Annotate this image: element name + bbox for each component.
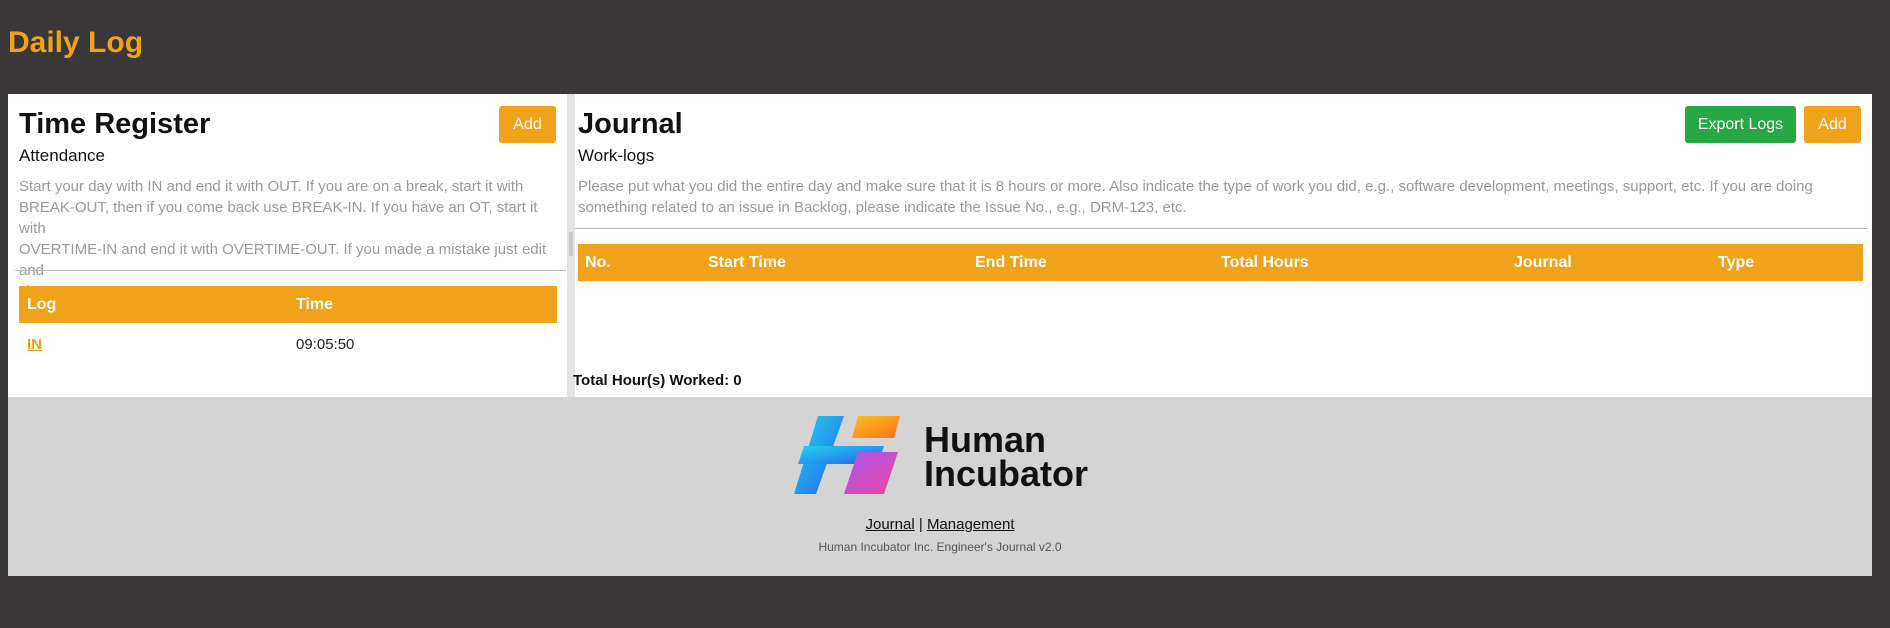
time-register-description: Start your day with IN and end it with O… [19,176,564,302]
footer: Human Incubator Journal | Management Hum… [8,397,1872,576]
time-register-panel: Time Register Attendance Add Start your … [8,94,567,397]
column-header-total-hours: Total Hours [1221,254,1309,271]
export-logs-button[interactable]: Export Logs [1685,106,1796,143]
description-line: BREAK-OUT, then if you come back use BRE… [19,199,538,237]
footer-version-text: Human Incubator Inc. Engineer's Journal … [818,540,1062,554]
column-header-log: Log [27,296,57,313]
footer-link-separator: | [918,516,923,533]
column-header-journal: Journal [1514,254,1572,271]
description-line: Start your day with IN and end it with O… [19,178,524,195]
company-logo: Human Incubator [794,416,1104,496]
description-line: something related to an issue in Backlog… [578,199,1187,216]
footer-link-journal[interactable]: Journal [865,516,914,533]
journal-title: Journal [578,108,683,140]
column-header-start-time: Start Time [708,254,786,271]
main-content: Time Register Attendance Add Start your … [8,94,1872,397]
time-register-add-button[interactable]: Add [499,106,556,143]
journal-panel: Journal Work-logs Export Logs Add Please… [573,94,1872,397]
journal-description: Please put what you did the entire day a… [578,176,1868,218]
divider [575,228,1867,229]
column-header-type: Type [1718,254,1755,271]
column-header-end-time: End Time [975,254,1047,271]
footer-link-management[interactable]: Management [927,516,1015,533]
log-entry-link[interactable]: IN [27,336,42,353]
time-register-subtitle: Attendance [19,146,106,165]
page-title: Daily Log [8,26,144,59]
divider [15,270,566,271]
column-header-time: Time [296,296,334,313]
description-line: OVERTIME-IN and end it with OVERTIME-OUT… [19,241,547,279]
journal-subtitle: Work-logs [578,146,655,165]
time-register-table-header: Log Time [19,286,557,323]
logo-text-line: Incubator [924,453,1089,494]
description-line: Please put what you did the entire day a… [578,178,1813,195]
total-hours-worked: Total Hour(s) Worked: 0 [573,372,742,389]
journal-table-header: No. Start Time End Time Total Hours Jour… [578,244,1863,281]
footer-links: Journal | Management [8,516,1872,533]
journal-add-button[interactable]: Add [1804,106,1861,143]
logo-mark-icon [794,416,900,494]
scrollbar-thumb[interactable] [569,232,573,256]
column-header-no: No. [585,254,611,271]
log-entry-time: 09:05:50 [296,336,355,353]
time-register-title: Time Register [19,108,211,140]
